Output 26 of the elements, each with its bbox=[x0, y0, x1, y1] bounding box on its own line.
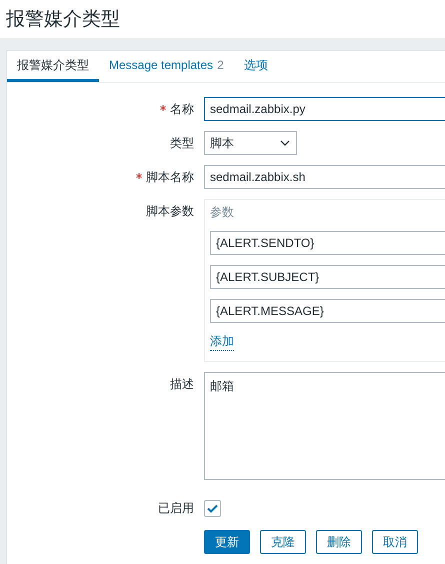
action-button[interactable]: 克隆 bbox=[260, 530, 306, 554]
type-select[interactable]: 脚本 bbox=[204, 131, 297, 155]
parameter-field[interactable]: {ALERT.SENDTO} bbox=[210, 231, 445, 255]
tab[interactable]: 选项 bbox=[234, 51, 278, 82]
parameters-header: 参数 bbox=[210, 204, 235, 221]
name-field[interactable]: sedmail.zabbix.py bbox=[204, 97, 445, 121]
action-button[interactable]: 删除 bbox=[316, 530, 362, 554]
add-link[interactable]: 添加 bbox=[210, 333, 234, 351]
field-label: 脚本参数 bbox=[145, 203, 194, 220]
field-label: 已启用 bbox=[157, 500, 194, 517]
script-name-field[interactable]: sedmail.zabbix.sh bbox=[204, 165, 445, 189]
field-label: 描述 bbox=[169, 376, 194, 393]
enabled-checkbox[interactable] bbox=[204, 500, 221, 517]
action-button[interactable]: 更新 bbox=[204, 530, 250, 554]
parameter-field[interactable]: {ALERT.MESSAGE} bbox=[210, 299, 445, 323]
field-label: 名称 bbox=[7, 97, 194, 121]
description-field[interactable]: 邮箱 bbox=[204, 372, 445, 480]
tab[interactable]: 报警媒介类型 bbox=[7, 51, 99, 82]
checkmark-icon bbox=[207, 504, 218, 513]
action-button[interactable]: 取消 bbox=[372, 530, 418, 554]
field-label: 脚本名称 bbox=[7, 165, 194, 189]
parameter-field[interactable]: {ALERT.SUBJECT} bbox=[210, 265, 445, 289]
tab[interactable]: Message templates 2 bbox=[99, 51, 234, 82]
field-label: 类型 bbox=[169, 135, 194, 152]
chevron-down-icon bbox=[280, 140, 290, 146]
page-title: 报警媒介类型 bbox=[6, 8, 120, 32]
